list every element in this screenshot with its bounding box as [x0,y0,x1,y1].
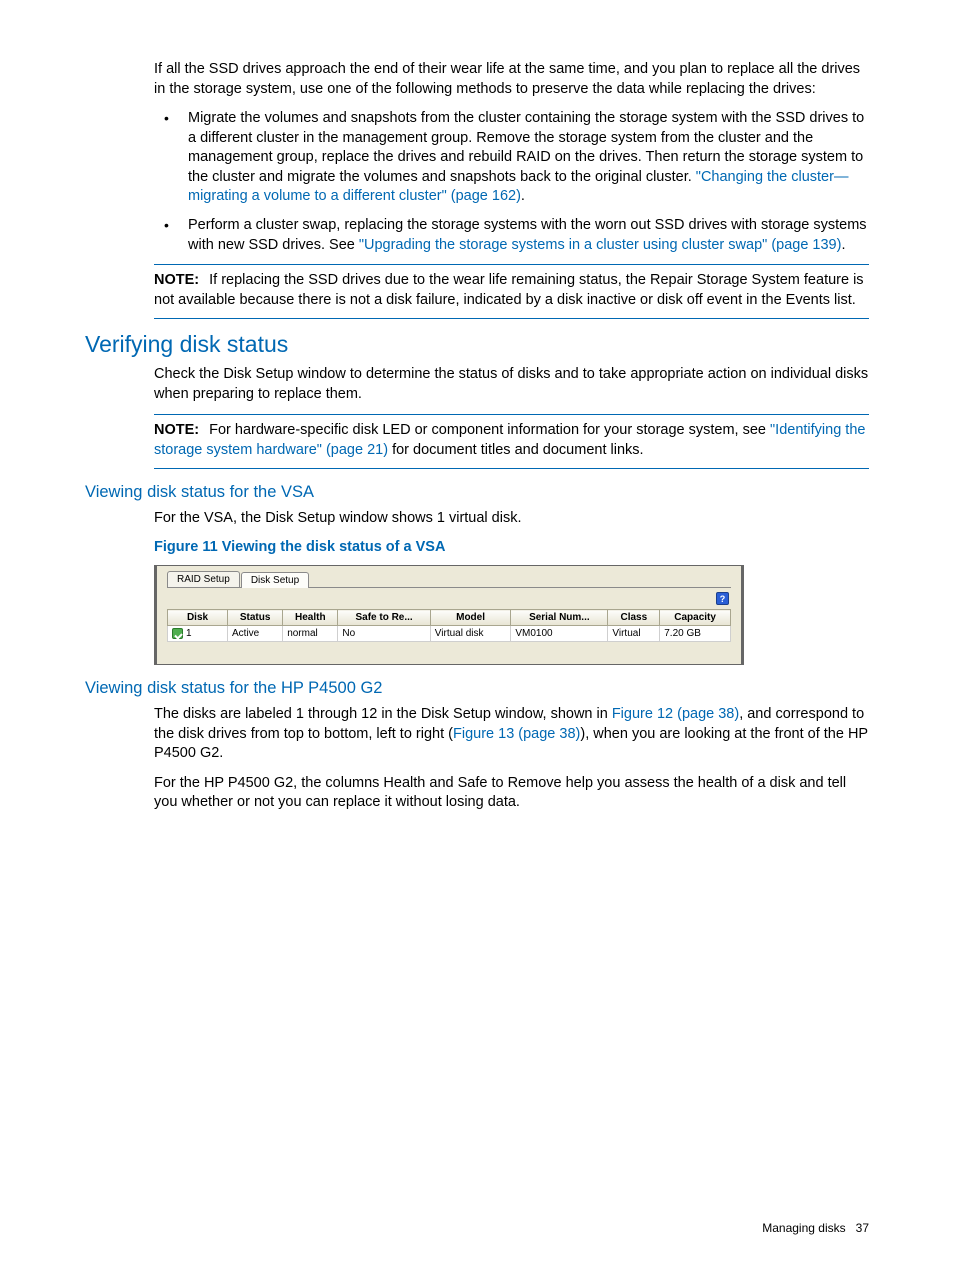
method-list: Migrate the volumes and snapshots from t… [154,109,869,255]
heading-p4500: Viewing disk status for the HP P4500 G2 [85,679,869,698]
col-health[interactable]: Health [283,610,338,626]
p4500-p1-pre: The disks are labeled 1 through 12 in th… [154,706,612,722]
heading-vsa: Viewing disk status for the VSA [85,483,869,502]
footer-section: Managing disks [762,1221,845,1235]
tab-row: RAID Setup Disk Setup [167,571,731,588]
cell-capacity: 7.20 GB [660,626,731,642]
footer-page: 37 [856,1221,869,1235]
list-item-after: . [521,188,525,204]
tab-disk-setup[interactable]: Disk Setup [241,572,309,588]
page-footer: Managing disks 37 [762,1221,869,1235]
cell-disk: 1 [186,628,192,639]
col-capacity[interactable]: Capacity [660,610,731,626]
xref-link[interactable]: Figure 13 (page 38) [453,726,580,742]
figure-caption: Figure 11 Viewing the disk status of a V… [154,539,869,555]
col-serial[interactable]: Serial Num... [511,610,608,626]
cell-model: Virtual disk [430,626,511,642]
disk-ok-icon [172,628,183,639]
cell-class: Virtual [608,626,660,642]
note-label: NOTE: [154,422,199,438]
verifying-paragraph: Check the Disk Setup window to determine… [154,365,869,404]
note-text-post: for document titles and document links. [388,442,644,458]
table-row[interactable]: 1 Active normal No Virtual disk VM0100 V… [168,626,731,642]
note-label: NOTE: [154,272,199,288]
figure-disk-setup-vsa: RAID Setup Disk Setup ? Disk Status Heal… [154,565,744,665]
disk-table: Disk Status Health Safe to Re... Model S… [167,609,731,642]
cell-health: normal [283,626,338,642]
note-block: NOTE:If replacing the SSD drives due to … [154,264,869,319]
vsa-paragraph: For the VSA, the Disk Setup window shows… [154,509,869,529]
cell-serial: VM0100 [511,626,608,642]
col-model[interactable]: Model [430,610,511,626]
intro-paragraph: If all the SSD drives approach the end o… [154,60,869,99]
tab-raid-setup[interactable]: RAID Setup [167,571,240,587]
heading-verifying-disk-status: Verifying disk status [85,331,869,358]
p4500-paragraph-2: For the HP P4500 G2, the columns Health … [154,774,869,813]
xref-link[interactable]: "Upgrading the storage systems in a clus… [359,237,842,253]
list-item: Migrate the volumes and snapshots from t… [154,109,869,207]
col-disk[interactable]: Disk [168,610,228,626]
cell-status: Active [228,626,283,642]
cell-safe: No [338,626,430,642]
col-status[interactable]: Status [228,610,283,626]
col-safe-to-remove[interactable]: Safe to Re... [338,610,430,626]
col-class[interactable]: Class [608,610,660,626]
list-item-after: . [841,237,845,253]
xref-link[interactable]: Figure 12 (page 38) [612,706,739,722]
note-text-pre: For hardware-specific disk LED or compon… [209,422,770,438]
list-item: Perform a cluster swap, replacing the st… [154,216,869,255]
help-icon[interactable]: ? [716,592,729,605]
note-block: NOTE: For hardware-specific disk LED or c… [154,414,869,469]
note-text: If replacing the SSD drives due to the w… [154,272,864,308]
p4500-paragraph-1: The disks are labeled 1 through 12 in th… [154,705,869,764]
